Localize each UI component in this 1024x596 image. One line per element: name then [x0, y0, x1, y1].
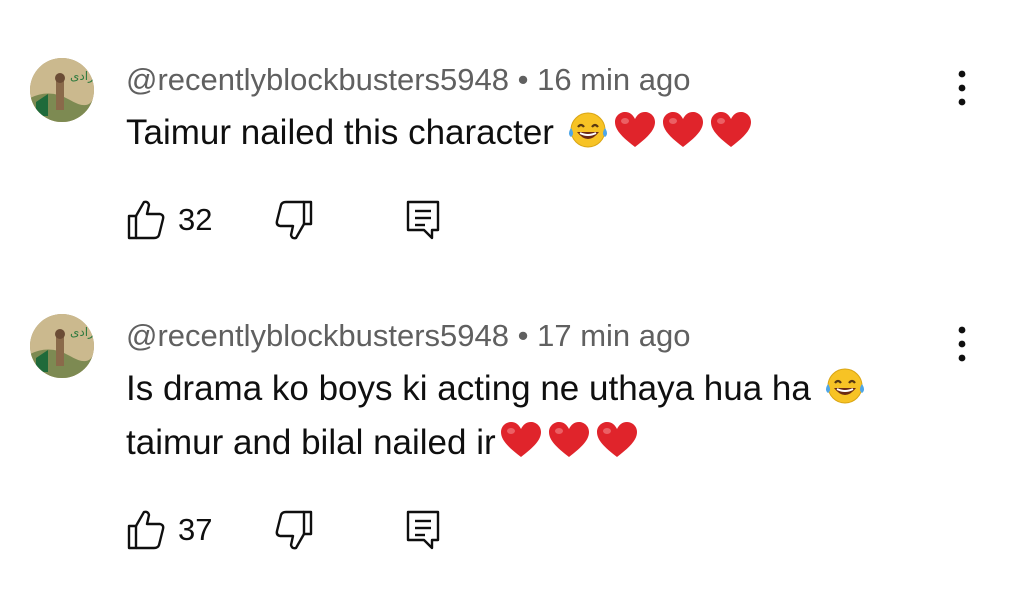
avatar-logo-text: آزادی	[70, 68, 94, 84]
dislike-button[interactable]	[270, 198, 314, 242]
comment-header: @recentlyblockbusters5948 • 17 min ago	[126, 316, 691, 356]
thumb-up-outline-icon	[127, 510, 165, 550]
red-heart-emoji-icon	[660, 110, 706, 150]
like-count: 32	[178, 202, 213, 237]
comment-item: آزادی @recentlyblockbusters5948 • 16 min…	[0, 0, 1024, 290]
comment-body: Taimur nailed this character	[126, 106, 946, 160]
author-name[interactable]: @recentlyblockbusters5948	[126, 62, 509, 97]
more-options-button[interactable]	[948, 322, 976, 366]
red-heart-emoji-icon	[594, 420, 640, 460]
like-button[interactable]	[126, 198, 166, 242]
three-dot-vertical-icon	[958, 70, 966, 106]
separator-dot: •	[509, 62, 538, 97]
red-heart-emoji-icon	[708, 110, 754, 150]
reply-button[interactable]	[404, 198, 444, 242]
comment-line: Is drama ko boys ki acting ne uthaya hua…	[126, 362, 946, 416]
comment-time[interactable]: 16 min ago	[537, 62, 690, 97]
more-options-button[interactable]	[948, 66, 976, 110]
separator-dot: •	[509, 318, 538, 353]
red-heart-emoji-icon	[498, 420, 544, 460]
comment-text: Taimur nailed this character	[126, 113, 564, 152]
red-heart-emoji-icon	[612, 110, 658, 150]
comment-text: taimur and bilal nailed ir	[126, 423, 496, 462]
like-count: 37	[178, 512, 213, 547]
comment-header: @recentlyblockbusters5948 • 16 min ago	[126, 60, 691, 100]
laughing-crying-emoji-icon	[823, 366, 867, 406]
avatar-logo-text: آزادی	[70, 324, 94, 340]
red-heart-emoji-icon	[546, 420, 592, 460]
comment-item: آزادی @recentlyblockbusters5948 • 17 min…	[0, 290, 1024, 596]
dislike-button[interactable]	[270, 508, 314, 552]
laughing-crying-emoji-icon	[566, 110, 610, 150]
comment-text: Is drama ko boys ki acting ne uthaya hua…	[126, 369, 821, 408]
comment-time[interactable]: 17 min ago	[537, 318, 690, 353]
reply-comment-icon	[406, 510, 440, 550]
thumb-up-outline-icon	[127, 200, 165, 240]
like-button[interactable]	[126, 508, 166, 552]
comment-body: Is drama ko boys ki acting ne uthaya hua…	[126, 362, 946, 470]
reply-comment-icon	[406, 200, 440, 240]
avatar[interactable]: آزادی	[30, 58, 94, 122]
three-dot-vertical-icon	[958, 326, 966, 362]
thumb-down-outline-icon	[275, 200, 313, 240]
reply-button[interactable]	[404, 508, 444, 552]
comment-line: taimur and bilal nailed ir	[126, 416, 946, 470]
thumb-down-outline-icon	[275, 510, 313, 550]
author-name[interactable]: @recentlyblockbusters5948	[126, 318, 509, 353]
avatar[interactable]: آزادی	[30, 314, 94, 378]
